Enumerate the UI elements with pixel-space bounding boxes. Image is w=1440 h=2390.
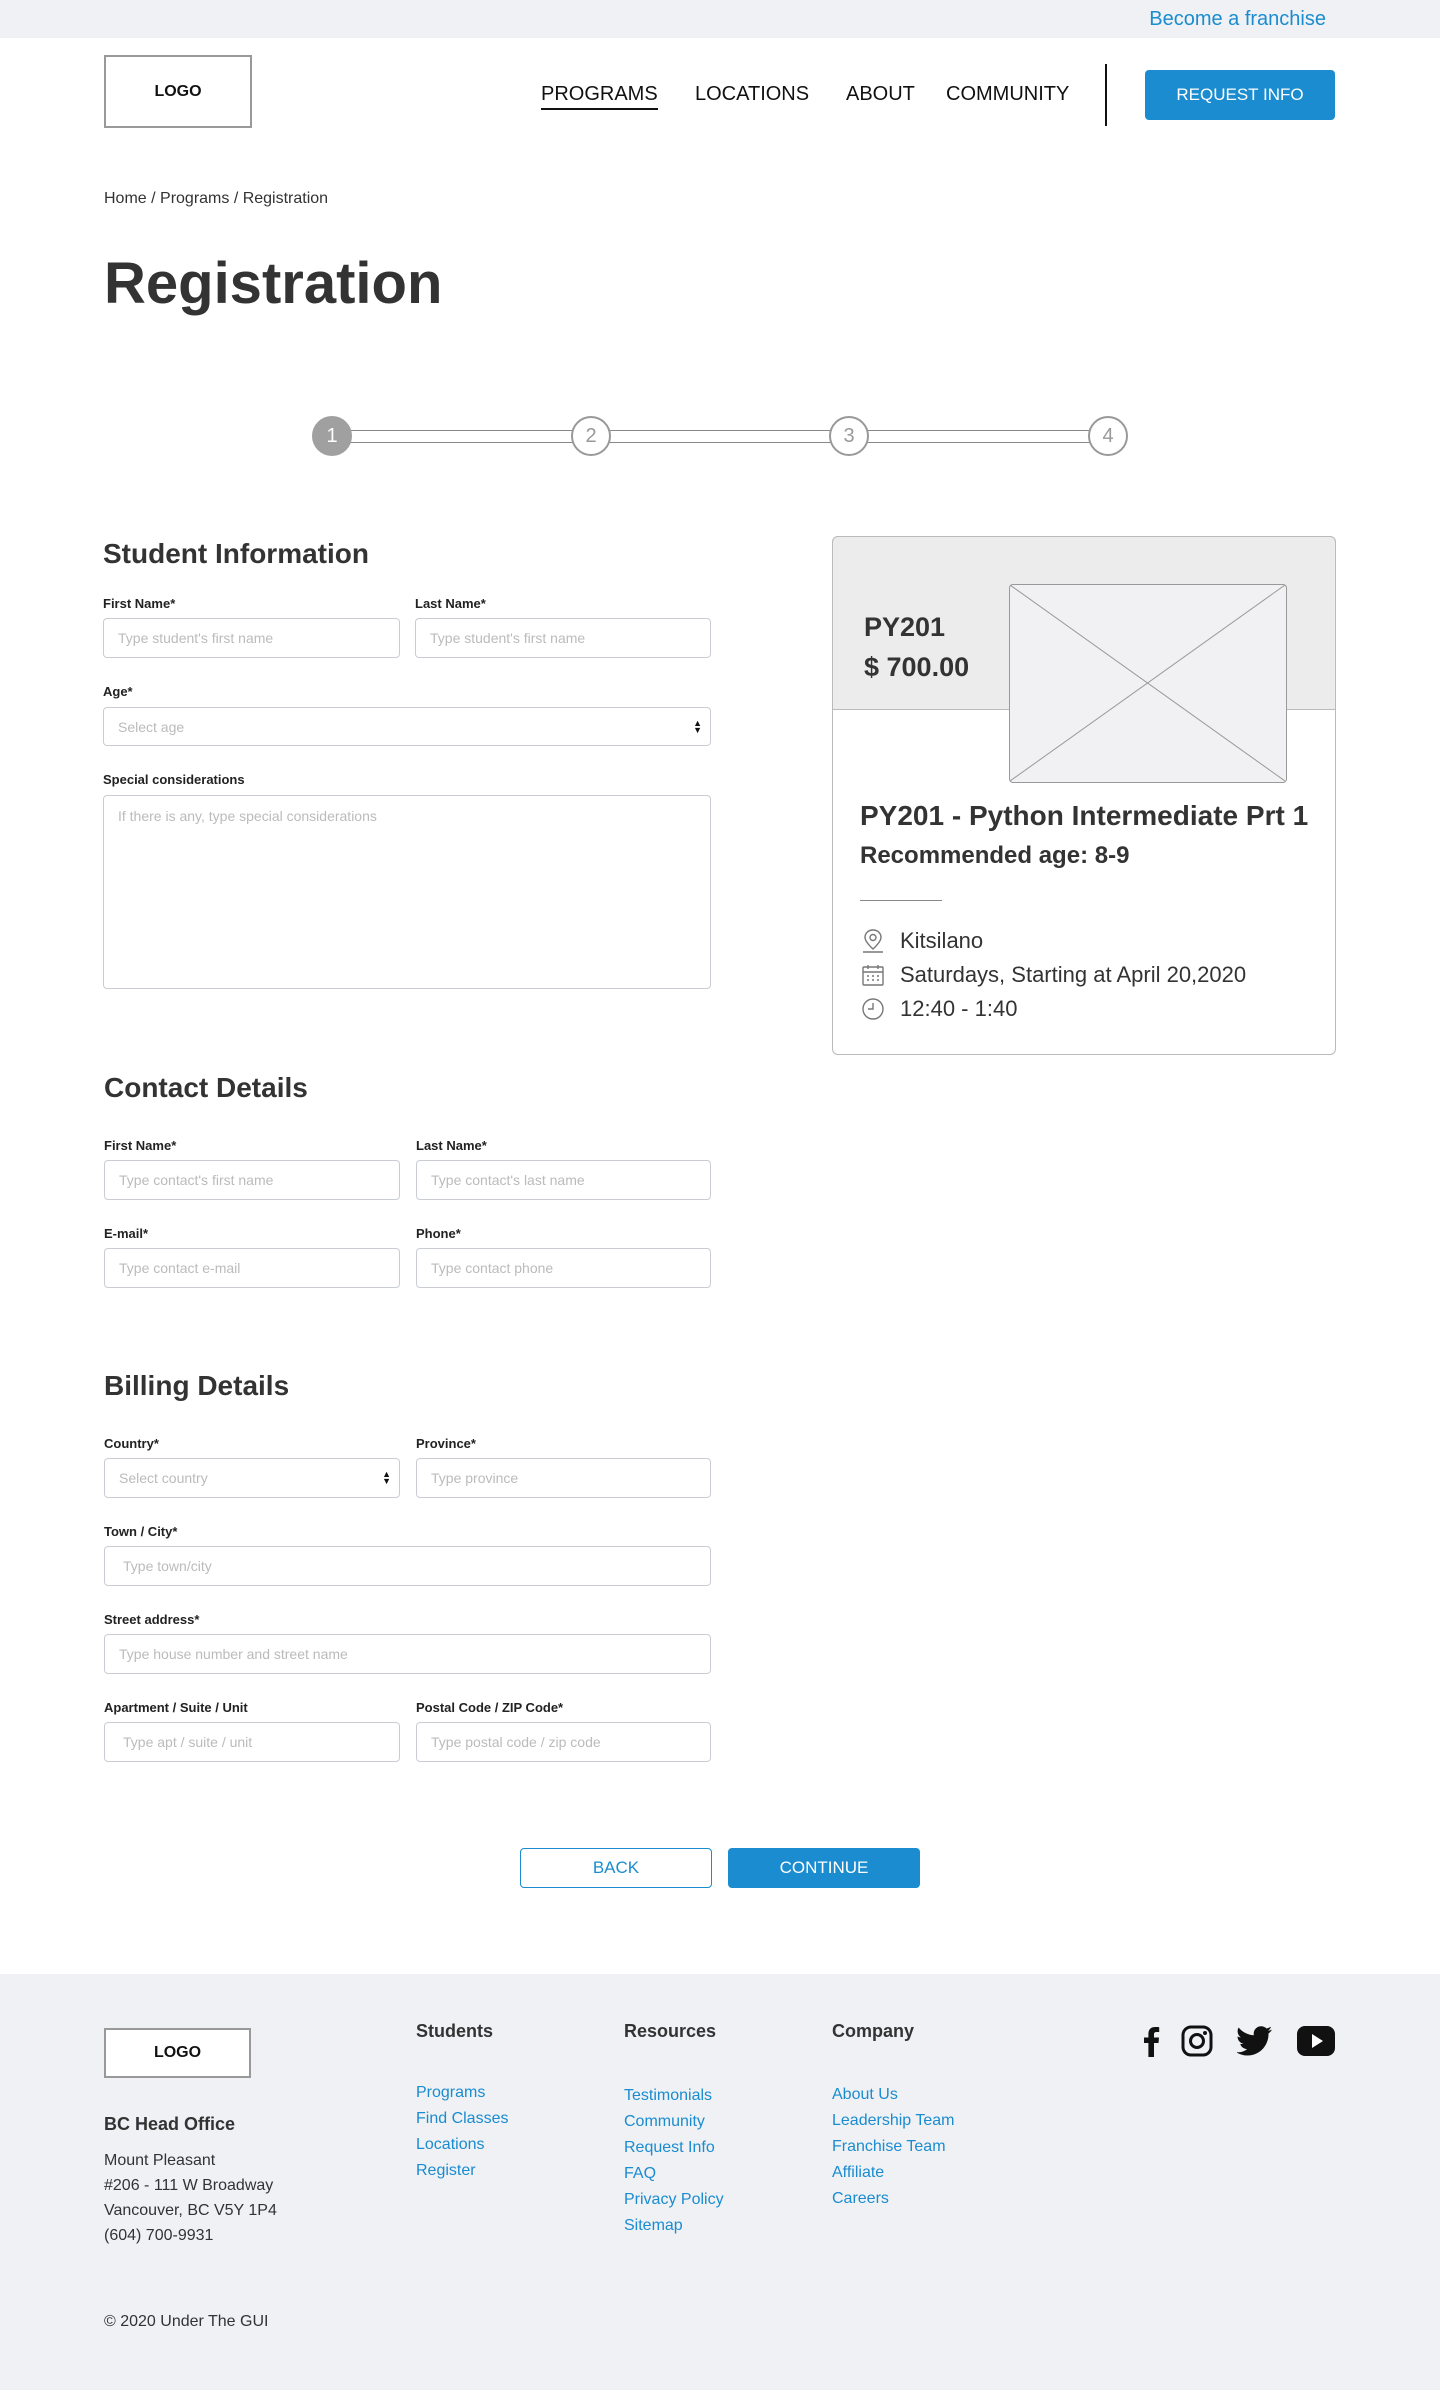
nav-locations[interactable]: LOCATIONS [695,83,809,106]
footer-link-careers[interactable]: Careers [832,2190,889,2208]
contact-first-name-input[interactable]: Type contact's first name [104,1160,400,1200]
select-arrows-icon: ▲ ▼ [382,1469,391,1486]
step-3[interactable]: 3 [829,416,869,456]
nav-programs[interactable]: PROGRAMS [541,83,658,110]
step-1[interactable]: 1 [312,416,352,456]
footer-link-about-us[interactable]: About Us [832,2086,898,2104]
course-title: PY201 - Python Intermediate Prt 1 [860,800,1309,831]
page-title: Registration [104,251,443,316]
footer-link-locations[interactable]: Locations [416,2136,485,2154]
clock-icon [860,996,886,1022]
billing-details-title: Billing Details [104,1370,290,1401]
course-location-row: Kitsilano [860,928,983,954]
office-phone: (604) 700-9931 [104,2227,214,2244]
student-last-name-input[interactable]: Type student's first name [415,618,711,658]
special-considerations-label: Special considerations [103,772,245,787]
apartment-input[interactable]: Type apt / suite / unit [104,1722,400,1762]
footer-link-find-classes[interactable]: Find Classes [416,2110,508,2128]
student-info-title: Student Information [103,538,369,569]
nav-community[interactable]: COMMUNITY [946,83,1069,106]
province-input[interactable]: Type province [416,1458,711,1498]
twitter-icon[interactable] [1236,2024,1274,2058]
step-2[interactable]: 2 [571,416,611,456]
become-franchise-link[interactable]: Become a franchise [1149,8,1326,31]
image-placeholder-icon [1009,584,1286,782]
contact-first-name-label: First Name* [104,1138,177,1153]
footer-link-sitemap[interactable]: Sitemap [624,2217,683,2235]
street-input[interactable]: Type house number and street name [104,1634,711,1674]
age-select-value: Select age [118,718,185,735]
student-last-name-label: Last Name* [415,596,486,611]
country-select-value: Select country [119,1470,208,1486]
footer-link-faq[interactable]: FAQ [624,2165,656,2183]
footer-students-heading: Students [416,2021,494,2041]
footer-link-privacy-policy[interactable]: Privacy Policy [624,2191,724,2209]
office-title: BC Head Office [104,2114,236,2134]
course-schedule-row: Saturdays, Starting at April 20,2020 [860,962,1246,988]
phone-input[interactable]: Type contact phone [416,1248,711,1288]
course-schedule: Saturdays, Starting at April 20,2020 [900,962,1247,987]
copyright: © 2020 Under The GUI [104,2313,269,2330]
office-line: Mount Pleasant [104,2152,216,2169]
footer-link-community[interactable]: Community [624,2113,705,2131]
office-line: #206 - 111 W Broadway [104,2177,274,2194]
course-recommended-age: Recommended age: 8-9 [860,842,1130,869]
back-button[interactable]: BACK [520,1848,712,1888]
footer-resources-heading: Resources [624,2021,717,2041]
calendar-icon [860,962,886,988]
special-considerations-textarea[interactable]: If there is any, type special considerat… [103,795,711,989]
office-line: Vancouver, BC V5Y 1P4 [104,2202,277,2219]
step-4[interactable]: 4 [1088,416,1128,456]
course-image-placeholder [1009,584,1287,783]
header-logo[interactable]: LOGO [104,55,252,128]
phone-label: Phone* [416,1226,461,1241]
footer-link-franchise-team[interactable]: Franchise Team [832,2138,946,2156]
contact-last-name-input[interactable]: Type contact's last name [416,1160,711,1200]
province-label: Province* [416,1436,476,1451]
stepper-line-3 [867,430,1091,443]
footer-link-request-info[interactable]: Request Info [624,2139,715,2157]
contact-details-title: Contact Details [104,1072,308,1103]
apartment-label: Apartment / Suite / Unit [104,1700,248,1715]
country-select[interactable]: Select country ▲ ▼ [104,1458,400,1498]
nav-divider [1105,64,1107,126]
student-first-name-input[interactable]: Type student's first name [103,618,400,658]
footer-link-affiliate[interactable]: Affiliate [832,2164,884,2182]
age-select[interactable]: Select age ▲ ▼ [103,707,711,746]
request-info-button[interactable]: REQUEST INFO [1145,70,1335,120]
postal-code-input[interactable]: Type postal code / zip code [416,1722,711,1762]
course-code: PY201 [864,612,946,642]
facebook-icon[interactable] [1134,2024,1168,2058]
stepper-line-2 [609,430,832,443]
email-input[interactable]: Type contact e-mail [104,1248,400,1288]
youtube-icon[interactable] [1296,2024,1336,2058]
postal-code-label: Postal Code / ZIP Code* [416,1700,564,1715]
breadcrumb: Home / Programs / Registration [104,190,329,207]
stepper-line-1 [350,430,573,443]
city-label: Town / City* [104,1524,178,1539]
nav-about[interactable]: ABOUT [846,83,915,106]
continue-button[interactable]: CONTINUE [728,1848,920,1888]
contact-last-name-label: Last Name* [416,1138,487,1153]
footer-company-heading: Company [832,2021,915,2041]
age-label: Age* [103,684,133,699]
email-label: E-mail* [104,1226,149,1241]
select-arrows-icon: ▲ ▼ [693,717,702,735]
student-first-name-label: First Name* [103,596,176,611]
course-location: Kitsilano [900,928,984,953]
course-time: 12:40 - 1:40 [900,996,1018,1021]
country-label: Country* [104,1436,159,1451]
city-input[interactable]: Type town/city [104,1546,711,1586]
footer-link-leadership-team[interactable]: Leadership Team [832,2112,954,2130]
course-time-row: 12:40 - 1:40 [860,996,1017,1022]
street-label: Street address* [104,1612,200,1627]
footer-link-testimonials[interactable]: Testimonials [624,2087,712,2105]
instagram-icon[interactable] [1180,2024,1214,2058]
footer-link-register[interactable]: Register [416,2162,476,2180]
footer-logo[interactable]: LOGO [104,2028,251,2078]
map-pin-icon [860,928,886,954]
course-card-divider [860,900,942,901]
course-price: $ 700.00 [864,652,970,682]
footer-link-programs[interactable]: Programs [416,2084,485,2102]
